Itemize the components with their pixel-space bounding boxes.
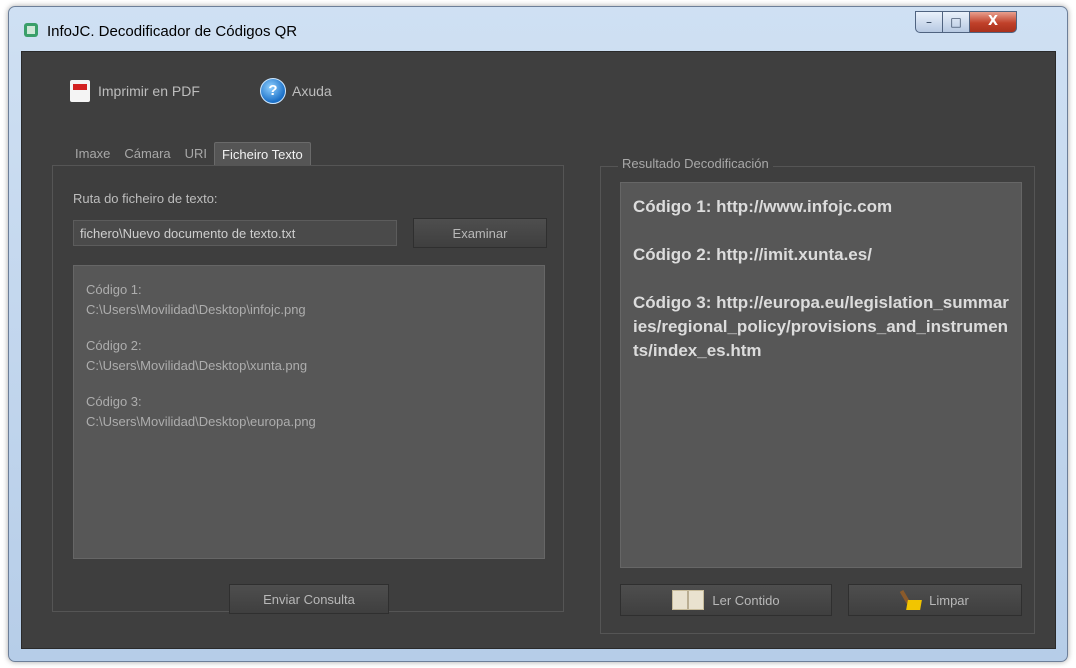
main-content: Imprimir en PDF ? Axuda Imaxe Cámara URI… [21,51,1056,649]
code-item-3: Código 3: C:\Users\Movilidad\Desktop\eur… [86,392,532,432]
path-label: Ruta do ficheiro de texto: [73,191,218,206]
code-item-title: Código 3: [86,394,142,409]
pdf-icon [70,80,90,102]
code-item-1: Código 1: C:\Users\Movilidad\Desktop\inf… [86,280,532,320]
close-icon: X [987,14,999,29]
print-pdf-button[interactable]: Imprimir en PDF [70,79,200,103]
tab-camara[interactable]: Cámara [117,142,177,166]
help-icon: ? [260,78,286,104]
app-icon [23,22,39,38]
browse-button[interactable]: Examinar [413,218,547,248]
result-item: Código 3: http://europa.eu/legislation_s… [633,293,1009,360]
file-path-input[interactable]: fichero\Nuevo documento de texto.txt [73,220,397,246]
print-pdf-label: Imprimir en PDF [98,83,200,99]
result-panel-title: Resultado Decodificación [618,156,773,171]
code-item-path: C:\Users\Movilidad\Desktop\europa.png [86,414,316,429]
minimize-button[interactable]: – [915,11,943,33]
text-file-panel: Ruta do ficheiro de texto: fichero\Nuevo… [52,165,564,614]
tab-ficheiro-texto[interactable]: Ficheiro Texto [214,142,311,167]
broom-icon [901,590,921,610]
minimize-icon: – [926,15,932,29]
help-label: Axuda [292,83,332,99]
help-button[interactable]: ? Axuda [260,78,332,104]
submit-query-button[interactable]: Enviar Consulta [229,584,389,614]
close-button[interactable]: X [969,11,1017,33]
code-item-path: C:\Users\Movilidad\Desktop\xunta.png [86,358,308,373]
codes-list[interactable]: Código 1: C:\Users\Movilidad\Desktop\inf… [73,265,545,559]
code-item-title: Código 2: [86,338,142,353]
code-item-path: C:\Users\Movilidad\Desktop\infojc.png [86,302,306,317]
clear-button[interactable]: Limpar [848,584,1022,616]
result-item: Código 2: http://imit.xunta.es/ [633,245,872,264]
read-content-label: Ler Contido [712,592,780,608]
source-tabs: Imaxe Cámara URI Ficheiro Texto [68,142,311,167]
window-title: InfoJC. Decodificador de Códigos QR [47,23,298,40]
clear-label: Limpar [929,592,969,608]
tab-uri[interactable]: URI [178,142,214,166]
title-bar[interactable]: InfoJC. Decodificador de Códigos QR – □ … [9,7,1067,51]
app-window: InfoJC. Decodificador de Códigos QR – □ … [8,6,1068,662]
maximize-button[interactable]: □ [942,11,970,33]
code-item-title: Código 1: [86,282,142,297]
decoded-results[interactable]: Código 1: http://www.infojc.com Código 2… [620,182,1022,568]
result-item: Código 1: http://www.infojc.com [633,197,893,216]
book-icon [672,590,705,610]
read-content-button[interactable]: Ler Contido [620,584,832,616]
code-item-2: Código 2: C:\Users\Movilidad\Desktop\xun… [86,336,532,376]
tab-imaxe[interactable]: Imaxe [68,142,117,166]
maximize-icon: □ [950,15,962,29]
